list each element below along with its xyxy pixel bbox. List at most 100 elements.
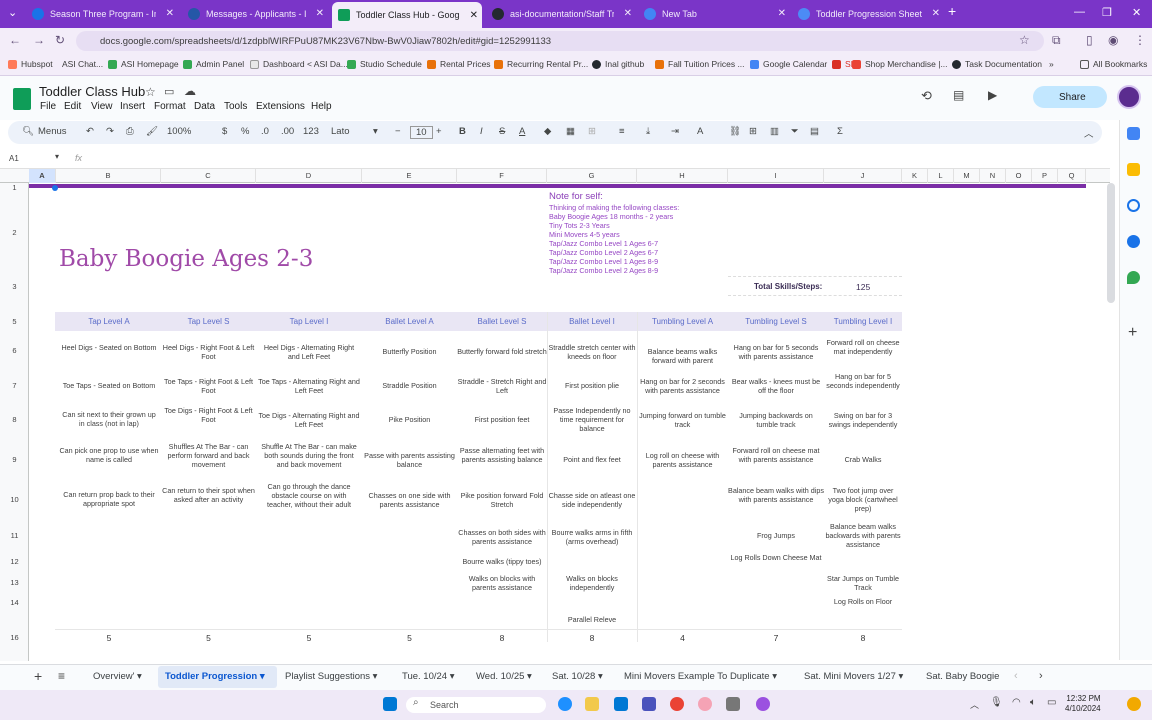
skill-cell[interactable]: Can pick one prop to use when name is ca… <box>59 446 159 464</box>
tray-chevron-icon[interactable]: ︿ <box>970 698 979 711</box>
skill-cell[interactable]: Passe alternating feet with parents assi… <box>457 446 547 464</box>
skill-cell[interactable]: Chasses on both sides with parents assis… <box>457 528 547 546</box>
functions-icon[interactable]: Σ <box>837 126 843 137</box>
row-header[interactable]: 11 <box>0 531 29 540</box>
column-header[interactable]: L <box>928 169 954 183</box>
skill-cell[interactable]: Shuffle At The Bar - can make both sound… <box>258 442 360 469</box>
row-header[interactable]: 14 <box>0 598 29 607</box>
menu-data[interactable]: Data <box>194 101 215 112</box>
skill-cell[interactable]: Heel Digs - Seated on Bottom <box>59 343 159 352</box>
profile-icon[interactable]: ◉ <box>1108 33 1118 47</box>
sheet-tab[interactable]: Sat. 10/28 ▾ <box>552 671 603 682</box>
calendar-icon[interactable] <box>1127 127 1140 140</box>
menu-extensions[interactable]: Extensions <box>256 101 305 112</box>
skill-cell[interactable]: Toe Taps - Right Foot & Left Foot <box>161 377 256 395</box>
edge-icon[interactable] <box>558 697 572 711</box>
skill-cell[interactable]: Heel Digs - Alternating Right and Left F… <box>258 343 360 361</box>
column-header[interactable]: A <box>29 169 56 183</box>
close-tab-icon[interactable]: ✕ <box>470 10 478 21</box>
sheet-tab-active[interactable]: Toddler Progression ▾ <box>165 671 265 682</box>
restore-icon[interactable]: ❐ <box>1102 6 1112 19</box>
menu-view[interactable]: View <box>91 101 113 112</box>
skill-count[interactable]: 5 <box>161 633 256 643</box>
maps-icon[interactable] <box>1127 271 1140 284</box>
cloud-status-icon[interactable]: ☁ <box>184 84 196 98</box>
all-bookmarks[interactable]: All Bookmarks <box>1080 59 1147 69</box>
skill-cell[interactable]: Toe Taps - Alternating Right and Left Fe… <box>258 377 360 395</box>
skill-count[interactable]: 5 <box>258 633 360 643</box>
all-sheets-icon[interactable]: ≡ <box>58 669 65 683</box>
extensions-icon[interactable]: ⧉ <box>1052 33 1061 48</box>
app-icon[interactable] <box>726 697 740 711</box>
paint-format-icon[interactable]: 🖌︎ <box>146 126 158 137</box>
side-panel-icon[interactable]: ▯ <box>1086 33 1093 47</box>
reload-icon[interactable]: ↻ <box>55 33 65 47</box>
row-header[interactable]: 10 <box>0 495 29 504</box>
skill-cell[interactable]: Passe Independently no time requirement … <box>547 406 637 433</box>
horizontal-align-icon[interactable]: ≡ <box>619 126 625 137</box>
skill-cell[interactable]: Bourre walks arms in fifth (arms overhea… <box>547 528 637 546</box>
menu-help[interactable]: Help <box>311 101 332 112</box>
skill-cell[interactable]: Chasse side on atleast one side independ… <box>547 491 637 509</box>
star-icon[interactable]: ☆ <box>145 85 156 99</box>
skill-cell[interactable]: Straddle - Stretch Right and Left <box>457 377 547 395</box>
tasks-icon[interactable] <box>1127 199 1140 212</box>
skill-cell[interactable]: Hang on bar for 5 seconds independently <box>824 372 902 390</box>
browser-tab[interactable]: Toddler Progression Sheet ✕ <box>792 3 944 24</box>
close-tab-icon[interactable]: ✕ <box>778 8 786 19</box>
close-tab-icon[interactable]: ✕ <box>932 8 940 19</box>
skill-cell[interactable]: Balance beam walks backwards with parent… <box>824 522 902 549</box>
skill-cell[interactable]: Two foot jump over yoga block (cartwheel… <box>824 486 902 513</box>
close-tab-icon[interactable]: ✕ <box>624 8 632 19</box>
copilot-icon[interactable] <box>1127 697 1141 711</box>
browser-tab[interactable]: Messages - Applicants - Indeed✕ <box>182 3 328 24</box>
skill-cell[interactable]: Parallel Releve <box>547 615 637 624</box>
skill-cell[interactable]: Can go through the dance obstacle course… <box>258 482 360 509</box>
minimize-icon[interactable]: — <box>1074 6 1085 18</box>
new-tab-button[interactable]: + <box>948 3 956 19</box>
column-header[interactable]: I <box>728 169 824 183</box>
skill-cell[interactable]: Straddle Position <box>362 381 457 390</box>
skill-cell[interactable]: Balance beams walks forward with parent <box>637 347 728 365</box>
column-header[interactable]: N <box>980 169 1006 183</box>
column-header[interactable]: M <box>954 169 980 183</box>
search-menus-field[interactable]: Menus <box>38 126 67 137</box>
move-folder-icon[interactable]: ▭ <box>164 85 174 98</box>
contacts-icon[interactable] <box>1127 235 1140 248</box>
level-header[interactable]: Tap Level A <box>59 317 159 326</box>
search-menus-icon[interactable]: 🔍︎ <box>22 126 34 137</box>
skill-cell[interactable]: Butterfly forward fold stretch <box>457 347 547 356</box>
level-header[interactable]: Tumbling Level I <box>824 317 902 326</box>
bookmark[interactable]: ASI Chat... <box>62 59 103 69</box>
bookmark-star-icon[interactable]: ☆ <box>1019 33 1030 47</box>
add-sheet-icon[interactable]: + <box>34 668 42 684</box>
scroll-tabs-left-icon[interactable]: ‹ <box>1014 670 1018 682</box>
row-header[interactable]: 8 <box>0 415 29 424</box>
level-header[interactable]: Ballet Level S <box>457 317 547 326</box>
skill-cell[interactable]: Hang on bar for 2 seconds with parents a… <box>637 377 728 395</box>
skill-cell[interactable]: Bear walks - knees must be off the floor <box>728 377 824 395</box>
chevron-down-icon[interactable]: ▾ <box>373 126 378 137</box>
row-header[interactable]: 16 <box>0 633 29 642</box>
column-header[interactable]: D <box>256 169 362 183</box>
level-header[interactable]: Ballet Level I <box>547 317 637 326</box>
skill-cell[interactable]: Can return to their spot when asked afte… <box>161 486 256 504</box>
windows-start-icon[interactable] <box>383 697 397 711</box>
add-addon-icon[interactable]: + <box>1128 324 1137 342</box>
undo-icon[interactable]: ↶ <box>86 126 94 137</box>
skill-cell[interactable]: Jumping forward on tumble track <box>637 411 728 429</box>
teams-icon[interactable] <box>642 697 656 711</box>
collapse-menus-icon[interactable]: ︿ <box>1084 126 1094 140</box>
skill-count[interactable]: 8 <box>824 633 902 643</box>
app-icon[interactable] <box>698 697 712 711</box>
bookmark[interactable]: Shop Merchandise |... <box>852 59 948 69</box>
skill-cell[interactable]: Pike Position <box>362 415 457 424</box>
text-rotation-icon[interactable]: A <box>697 126 703 137</box>
level-header[interactable]: Tap Level I <box>258 317 360 326</box>
level-header[interactable]: Tap Level S <box>161 317 256 326</box>
skill-cell[interactable]: Walks on blocks independently <box>547 574 637 592</box>
skill-count[interactable]: 4 <box>637 633 728 643</box>
skill-cell[interactable]: Toe Digs - Right Foot & Left Foot <box>161 406 256 424</box>
bookmark[interactable]: Google Calendar <box>750 59 827 69</box>
skill-cell[interactable]: Log Rolls on Floor <box>824 597 902 606</box>
